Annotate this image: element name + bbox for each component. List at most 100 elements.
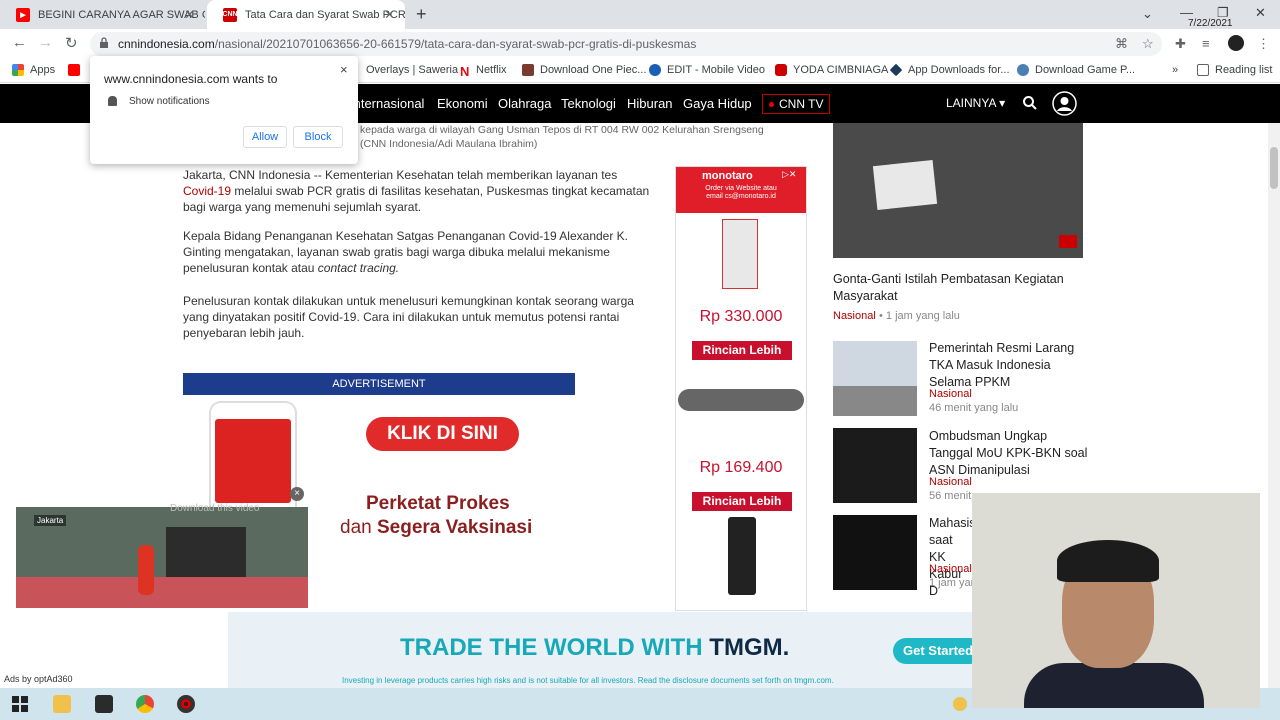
news-thumb-3[interactable] xyxy=(833,428,917,503)
tab-title: Tata Cara dan Syarat Swab PCR G xyxy=(245,8,405,21)
tmgm-banner-ad[interactable]: TRADE THE WORLD WITH TMGM. Get Started I… xyxy=(228,612,983,688)
news-time-1: • 1 jam yang lalu xyxy=(879,310,960,322)
close-icon[interactable]: × xyxy=(290,487,304,501)
tab-youtube[interactable]: ▶ BEGINI CARANYA AGAR SWAB G ✕ xyxy=(0,0,205,29)
news-title-1[interactable]: Gonta-Ganti Istilah Pembatasan Kegiatan … xyxy=(833,271,1083,305)
monotaro-logo: monotaro xyxy=(702,170,753,182)
rincian-lebih-button[interactable]: Rincian Lebih xyxy=(692,341,792,360)
bookmarks-overflow[interactable]: » xyxy=(1172,64,1178,76)
bookmark-netflix[interactable]: N Netflix xyxy=(460,64,507,79)
notification-permission-popup: www.cnnindonesia.com wants to × Show not… xyxy=(90,56,358,164)
close-icon[interactable]: × xyxy=(340,62,348,77)
paragraph-3: Penelusuran kontak dilakukan untuk menel… xyxy=(183,294,634,340)
bookmark-saweria[interactable]: Overlays | Saweria xyxy=(366,64,458,76)
page-scrollbar[interactable] xyxy=(1268,123,1280,688)
news-thumb-4[interactable] xyxy=(833,515,917,590)
media-icon[interactable]: ≡ xyxy=(1202,36,1210,51)
allow-button[interactable]: Allow xyxy=(243,126,287,148)
reading-list-button[interactable]: Reading list xyxy=(1197,64,1272,76)
nav-ekonomi[interactable]: Ekonomi xyxy=(437,96,488,111)
nav-olahraga[interactable]: Olahraga xyxy=(498,96,551,111)
video-location-label: Jakarta xyxy=(34,515,67,526)
floating-video-player[interactable]: Jakarta xyxy=(16,507,308,608)
klik-di-sini-button[interactable]: KLIK DI SINI xyxy=(366,417,519,451)
tray-icon[interactable] xyxy=(953,697,967,711)
taskbar-date: 7/22/2021 xyxy=(1188,18,1233,29)
price-1: Rp 330.000 xyxy=(699,308,783,325)
extensions-icon[interactable]: ✚ xyxy=(1175,36,1186,52)
search-icon[interactable] xyxy=(1022,95,1038,111)
bookmark-yoda[interactable]: YODA CIMBNIAGA xyxy=(775,64,888,76)
cnn-tv-button[interactable]: CNN TV xyxy=(762,94,831,114)
file-explorer-icon[interactable] xyxy=(53,695,71,713)
youtube-icon[interactable] xyxy=(68,64,86,76)
address-bar[interactable]: cnnindonesia.com/nasional/20210701063656… xyxy=(90,32,1162,56)
news-category-3[interactable]: Nasional xyxy=(929,476,972,488)
news-hero-image[interactable] xyxy=(833,123,1083,258)
game-site-icon xyxy=(1017,64,1029,76)
windows-start-icon[interactable] xyxy=(12,696,28,712)
monotaro-header: monotaro Order via Website atau email cs… xyxy=(676,167,806,213)
news-category-4[interactable]: Nasional xyxy=(929,563,972,575)
close-icon[interactable]: ✕ xyxy=(184,7,195,23)
radio-phone-image xyxy=(728,517,756,595)
obs-icon[interactable] xyxy=(177,695,195,713)
webcam-overlay xyxy=(972,493,1260,708)
notification-message: Show notifications xyxy=(129,96,210,107)
reload-icon[interactable]: ↻ xyxy=(65,34,78,52)
back-icon[interactable]: ← xyxy=(12,34,27,51)
news-category-2[interactable]: Nasional xyxy=(929,388,972,400)
news-time-4: 1 jam yan xyxy=(929,577,977,589)
news-time-3: 56 menit xyxy=(929,490,972,502)
news-category-1[interactable]: Nasional xyxy=(833,310,876,322)
rincian-lebih-button[interactable]: Rincian Lebih xyxy=(692,492,792,511)
translate-icon[interactable]: ⌘ xyxy=(1115,36,1128,52)
monotaro-subtitle: Order via Website atau email cs@monotaro… xyxy=(705,185,777,200)
tab-title: BEGINI CARANYA AGAR SWAB G xyxy=(38,8,205,21)
milk-can-image xyxy=(722,219,758,289)
nav-hiburan[interactable]: Hiburan xyxy=(627,96,673,111)
bookmark-app-downloads[interactable]: App Downloads for... xyxy=(889,63,1010,77)
bookmark-star-icon[interactable]: ☆ xyxy=(1142,36,1154,52)
notification-site: www.cnnindonesia.com wants to xyxy=(104,72,278,86)
forward-icon[interactable]: → xyxy=(38,34,53,51)
address-toolbar: ← → ↻ cnnindonesia.com/nasional/20210701… xyxy=(0,29,1280,59)
close-icon[interactable]: ✕ xyxy=(384,7,395,23)
profile-avatar[interactable] xyxy=(1228,35,1244,51)
tab-strip: ▶ BEGINI CARANYA AGAR SWAB G ✕ CNN Tata … xyxy=(0,0,1280,29)
cnn-icon: CNN xyxy=(222,7,238,22)
photo-caption: kepada warga di wilayah Gang Usman Tepos… xyxy=(360,124,764,150)
lock-icon xyxy=(100,37,108,48)
chainsaw-image xyxy=(678,389,804,411)
get-started-button[interactable]: Get Started xyxy=(893,638,983,664)
app-downloads-icon xyxy=(889,63,903,77)
window-close-icon[interactable]: ✕ xyxy=(1255,5,1266,21)
nav-more[interactable]: LAINNYA ▾ xyxy=(946,96,1005,110)
app-icon[interactable] xyxy=(95,695,113,713)
news-title-2[interactable]: Pemerintah Resmi Larang TKA Masuk Indone… xyxy=(929,340,1089,391)
news-title-3[interactable]: Ombudsman Ungkap Tanggal MoU KPK-BKN soa… xyxy=(929,428,1089,479)
reading-list-icon xyxy=(1197,64,1209,76)
covid-link[interactable]: Covid-19 xyxy=(183,184,231,198)
product-ad[interactable]: monotaro Order via Website atau email cs… xyxy=(675,166,807,611)
new-tab-button[interactable]: + xyxy=(416,4,427,25)
tab-cnn[interactable]: CNN Tata Cara dan Syarat Swab PCR G ✕ xyxy=(207,0,405,29)
banner-headline: TRADE THE WORLD WITH TMGM. xyxy=(400,634,790,661)
bookmark-one-piece[interactable]: Download One Piec... xyxy=(522,64,646,76)
block-button[interactable]: Block xyxy=(293,126,343,148)
bookmark-edit-video[interactable]: EDIT - Mobile Video xyxy=(649,64,765,76)
nav-internasional[interactable]: Internasional xyxy=(350,96,424,111)
bookmark-apps[interactable]: Apps xyxy=(12,64,55,76)
menu-icon[interactable]: ⋮ xyxy=(1257,36,1270,52)
chrome-icon[interactable] xyxy=(136,695,154,713)
user-icon[interactable] xyxy=(1052,91,1077,116)
nav-teknologi[interactable]: Teknologi xyxy=(561,96,616,111)
tab-search-icon[interactable]: ⌄ xyxy=(1142,6,1153,22)
bookmark-download-game[interactable]: Download Game P... xyxy=(1017,64,1135,76)
paragraph-1: Jakarta, CNN Indonesia -- Kementerian Ke… xyxy=(183,168,650,214)
news-thumb-2[interactable] xyxy=(833,341,917,416)
nav-gaya-hidup[interactable]: Gaya Hidup xyxy=(683,96,752,111)
ad-choices-icon[interactable]: ▷✕ xyxy=(782,169,796,180)
ads-by-label: Ads by optAd360 xyxy=(4,674,73,684)
download-video-link[interactable]: Download this video xyxy=(170,503,260,514)
